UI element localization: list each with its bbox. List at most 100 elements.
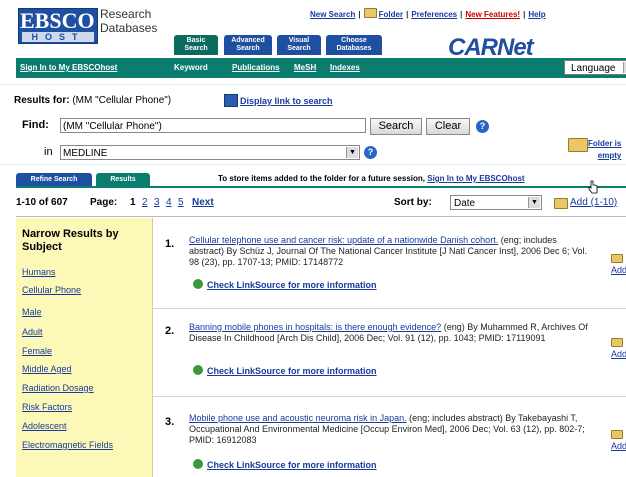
nav-keyword[interactable]: Keyword — [174, 63, 208, 72]
sort-select[interactable]: Date ▼ — [450, 195, 542, 210]
page-link-4[interactable]: 4 — [166, 197, 172, 208]
folder-icon — [568, 138, 588, 152]
folder-icon — [611, 430, 623, 439]
linksource-link[interactable]: Check LinkSource for more information — [193, 279, 377, 290]
folder-icon — [611, 338, 623, 347]
result-title[interactable]: Cellular telephone use and cancer risk: … — [189, 235, 498, 245]
subject-risk-factors[interactable]: Risk Factors — [22, 402, 72, 412]
subject-electromagnetic-fields[interactable]: Electromagnetic Fields — [22, 440, 113, 450]
logo-host-text: HOST — [22, 32, 94, 42]
folder-status[interactable]: Folder is empty — [588, 138, 621, 162]
results-for-query: (MM "Cellular Phone") — [72, 95, 172, 106]
subject-cellular-phone[interactable]: Cellular Phone — [22, 285, 81, 295]
linksource-icon — [193, 365, 203, 375]
folder-text[interactable]: Folder is — [588, 138, 621, 150]
sort-value: Date — [454, 198, 476, 209]
subject-female[interactable]: Female — [22, 346, 52, 356]
add-to-folder[interactable]: Add — [611, 338, 626, 359]
tab-label: Basic — [186, 37, 206, 44]
linksource-link[interactable]: Check LinkSource for more information — [193, 365, 377, 376]
tab-label: Search — [287, 45, 311, 52]
add-link[interactable]: Add — [611, 349, 626, 359]
linksource-label: Check LinkSource for more information — [207, 280, 377, 290]
language-label: Language — [571, 63, 616, 74]
language-select[interactable]: Language ▼ — [564, 60, 626, 75]
separator: | — [523, 10, 526, 19]
subject-adult[interactable]: Adult — [22, 327, 43, 337]
subject-humans[interactable]: Humans — [22, 267, 56, 277]
clear-button[interactable]: Clear — [426, 118, 470, 135]
results-for-label: Results for: — [14, 95, 70, 106]
result-title[interactable]: Mobile phone use and acoustic neuroma ri… — [189, 413, 407, 423]
tab-basic-search[interactable]: Basic Search — [174, 35, 218, 55]
help-link[interactable]: Help — [528, 10, 545, 19]
tab-label: Advanced — [231, 37, 265, 44]
tab-choose-databases[interactable]: Choose Databases — [326, 35, 382, 55]
page-link-3[interactable]: 3 — [154, 197, 160, 208]
folder-empty[interactable]: empty — [596, 150, 622, 162]
result-number: 2. — [165, 325, 175, 337]
result-text: Cellular telephone use and cancer risk: … — [189, 235, 591, 268]
logo-line1: Research — [100, 7, 152, 21]
nav-indexes[interactable]: Indexes — [330, 63, 360, 72]
linksource-icon — [193, 279, 203, 289]
logo-research-databases: Research Databases — [100, 7, 157, 35]
tab-refine-search[interactable]: Refine Search — [16, 173, 92, 186]
subject-adolescent[interactable]: Adolescent — [22, 421, 67, 431]
narrow-results-sidebar: Narrow Results by Subject Humans Cellula… — [16, 218, 153, 477]
add-link[interactable]: Add — [611, 265, 626, 275]
store-message-text: To store items added to the folder for a… — [218, 174, 425, 183]
navigation-bar: Sign In to My EBSCOhost Keyword Publicat… — [16, 58, 626, 78]
add-to-folder[interactable]: Add — [611, 430, 626, 451]
add-all-link[interactable]: Add (1-10) — [570, 197, 617, 208]
background-line — [0, 164, 626, 165]
add-link[interactable]: Add — [611, 441, 626, 451]
tab-results[interactable]: Results — [96, 173, 150, 186]
linksource-label: Check LinkSource for more information — [207, 460, 377, 470]
page-label: Page: — [90, 197, 118, 208]
chevron-down-icon: ▼ — [346, 147, 358, 158]
next-page-link[interactable]: Next — [192, 197, 214, 208]
display-link-icon[interactable] — [224, 94, 238, 107]
separator: | — [358, 10, 361, 19]
subject-middle-aged[interactable]: Middle Aged — [22, 364, 72, 374]
logo-line2: Databases — [100, 21, 158, 35]
nav-mesh[interactable]: MeSH — [294, 63, 316, 72]
help-icon[interactable]: ? — [364, 146, 377, 159]
linksource-link[interactable]: Check LinkSource for more information — [193, 459, 377, 470]
result-number: 3. — [165, 416, 175, 428]
sign-in-link[interactable]: Sign In to My EBSCOhost — [20, 63, 117, 72]
background-line — [0, 84, 626, 85]
nav-publications[interactable]: Publications — [232, 63, 280, 72]
page-link-5[interactable]: 5 — [178, 197, 184, 208]
database-value: MEDLINE — [63, 148, 108, 159]
search-button[interactable]: Search — [370, 118, 422, 135]
result-text: Banning mobile phones in hospitals: is t… — [189, 322, 591, 344]
linksource-label: Check LinkSource for more information — [207, 366, 377, 376]
result-title[interactable]: Banning mobile phones in hospitals: is t… — [189, 322, 441, 332]
display-link-to-search[interactable]: Display link to search — [240, 96, 333, 106]
tab-visual-search[interactable]: Visual Search — [277, 35, 321, 55]
tab-advanced-search[interactable]: Advanced Search — [224, 35, 272, 55]
database-select[interactable]: MEDLINE ▼ — [60, 145, 360, 160]
help-icon[interactable]: ? — [476, 120, 489, 133]
subject-male[interactable]: Male — [22, 307, 42, 317]
add-to-folder[interactable]: Add — [611, 254, 626, 275]
subject-radiation-dosage[interactable]: Radiation Dosage — [22, 383, 94, 393]
result-item: 3. Mobile phone use and acoustic neuroma… — [153, 396, 626, 477]
store-sign-in-link[interactable]: Sign In to My EBSCOhost — [427, 174, 524, 183]
current-page: 1 — [130, 197, 136, 208]
result-item: 2. Banning mobile phones in hospitals: i… — [153, 308, 626, 397]
folder-link[interactable]: Folder — [379, 10, 403, 19]
tab-label: Search — [236, 45, 260, 52]
sort-label: Sort by: — [394, 197, 432, 208]
top-links: New Search | Folder | Preferences | New Featur… — [310, 8, 546, 19]
preferences-link[interactable]: Preferences — [411, 10, 457, 19]
new-search-link[interactable]: New Search — [310, 10, 355, 19]
new-features-link[interactable]: New Features! — [465, 10, 520, 19]
find-input[interactable]: (MM "Cellular Phone") — [60, 118, 366, 133]
tab-label: Visual — [288, 37, 310, 44]
page-link-2[interactable]: 2 — [142, 197, 148, 208]
in-label: in — [44, 146, 53, 158]
tab-label: Databases — [336, 45, 372, 52]
